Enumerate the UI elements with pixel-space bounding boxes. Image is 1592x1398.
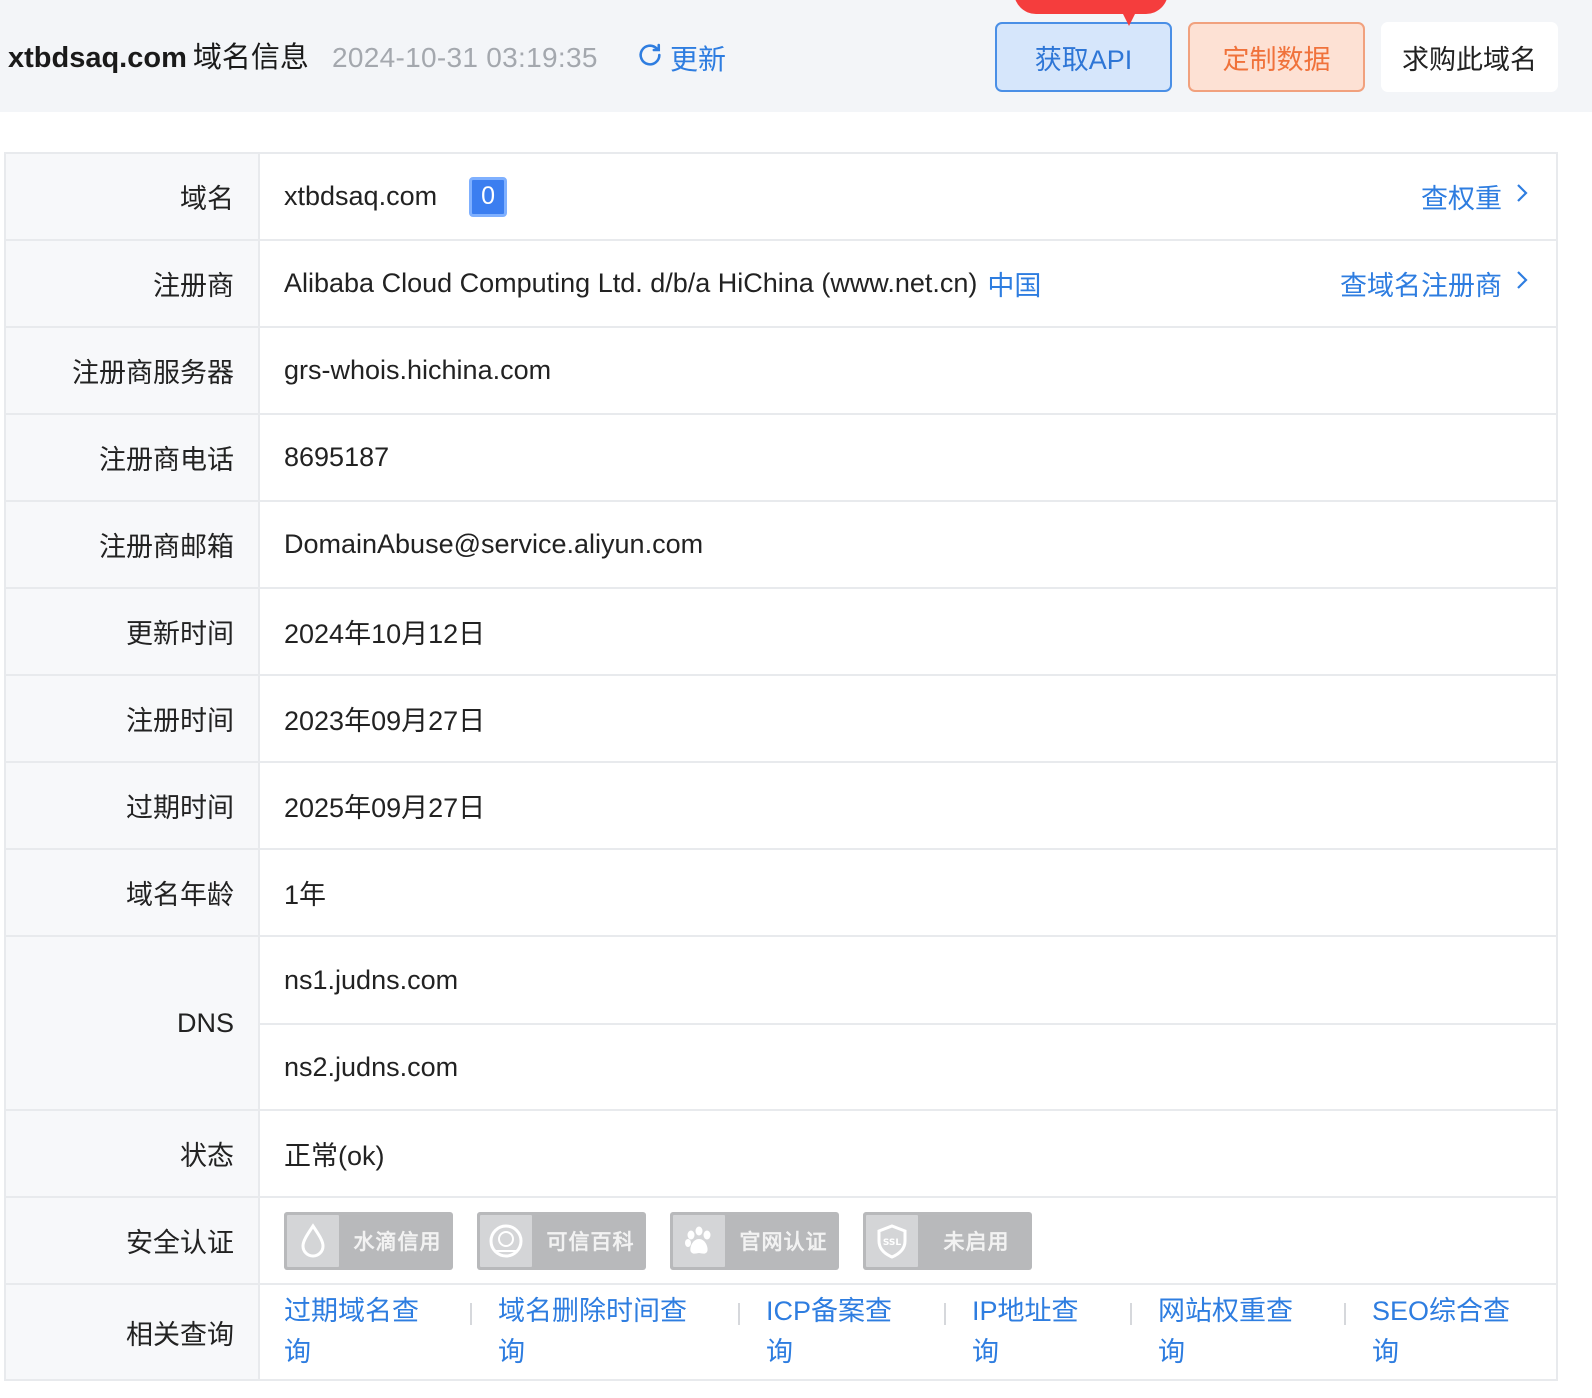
row-label-expires: 过期时间 [4, 761, 260, 850]
badge-ssl-label: 未启用 [943, 1230, 1010, 1254]
badge-trusted-baike[interactable]: 可信百科 [477, 1211, 646, 1270]
hot-badge-tail [1122, 12, 1136, 26]
badge-trusted-baike-label: 可信百科 [546, 1230, 635, 1254]
row-label-registrar: 注册商 [4, 239, 260, 328]
table-row: 注册时间 2023年09月27日 [4, 674, 1558, 763]
table-row: 注册商电话 8695187 [4, 413, 1558, 502]
whois-info-table: 域名 xtbdsaq.com 0 查权重 注册商 Alibaba Cloud C… [4, 152, 1558, 1381]
table-row: 注册商邮箱 DomainAbuse@service.aliyun.com [4, 500, 1558, 589]
table-row: 状态 正常(ok) [4, 1109, 1558, 1198]
table-row: 注册商 Alibaba Cloud Computing Ltd. d/b/a H… [4, 239, 1558, 328]
badge-ssl[interactable]: SSL 未启用 [863, 1211, 1032, 1270]
expires-value: 2025年09月27日 [258, 761, 1558, 850]
table-row: 过期时间 2025年09月27日 [4, 761, 1558, 850]
registrar-country-link[interactable]: 中国 [987, 264, 1041, 303]
row-label-registrar-server: 注册商服务器 [4, 326, 260, 415]
security-badges: 水滴信用 可信百科 官网认证 SSL 未启用 [284, 1211, 1556, 1270]
domain-value: xtbdsaq.com [284, 181, 438, 211]
page-title-suffix: 域名信息 [192, 42, 309, 74]
refresh-label: 更新 [670, 44, 727, 75]
related-expired-domain-link[interactable]: 过期域名查询 [284, 1291, 426, 1373]
registrar-value: Alibaba Cloud Computing Ltd. d/b/a HiChi… [284, 268, 978, 298]
check-weight-label: 查权重 [1421, 184, 1502, 214]
row-label-dns: DNS [4, 935, 260, 1111]
refresh-icon [636, 41, 664, 76]
badge-water-credit[interactable]: 水滴信用 [284, 1211, 453, 1270]
check-registrar-label: 查域名注册商 [1340, 271, 1502, 301]
row-label-domain: 域名 [4, 152, 260, 241]
water-drop-icon [284, 1211, 342, 1270]
status-value: 正常(ok) [258, 1109, 1558, 1198]
page-title: xtbdsaq.com 域名信息 [8, 38, 309, 78]
registrar-email-value: DomainAbuse@service.aliyun.com [258, 500, 1558, 589]
registered-value: 2023年09月27日 [258, 674, 1558, 763]
page-title-domain: xtbdsaq.com [8, 42, 187, 74]
get-api-button[interactable]: 获取API [995, 22, 1172, 92]
chevron-right-icon [1514, 268, 1530, 299]
related-queries: 过期域名查询 域名删除时间查询 ICP备案查询 IP地址查询 网站权重查询 SE… [284, 1285, 1556, 1379]
table-row: 域名 xtbdsaq.com 0 查权重 [4, 152, 1558, 241]
badge-official-site[interactable]: 官网认证 [670, 1211, 839, 1270]
row-label-registrar-phone: 注册商电话 [4, 413, 260, 502]
table-row: 相关查询 过期域名查询 域名删除时间查询 ICP备案查询 IP地址查询 网站权重 [4, 1283, 1558, 1381]
svg-text:SSL: SSL [883, 1238, 902, 1248]
updated-value: 2024年10月12日 [258, 587, 1558, 676]
divider [944, 1303, 946, 1325]
custom-data-button[interactable]: 定制数据 [1188, 22, 1365, 92]
related-delete-time-link[interactable]: 域名删除时间查询 [498, 1291, 694, 1373]
hot-badge [1014, 0, 1168, 14]
divider [738, 1303, 740, 1325]
header-bar: xtbdsaq.com 域名信息 2024-10-31 03:19:35 更新 获… [0, 0, 1592, 112]
divider [1344, 1303, 1346, 1325]
table-row: 域名年龄 1年 [4, 848, 1558, 937]
row-label-age: 域名年龄 [4, 848, 260, 937]
related-icp-link[interactable]: ICP备案查询 [766, 1291, 900, 1373]
row-label-updated: 更新时间 [4, 587, 260, 676]
query-timestamp: 2024-10-31 03:19:35 [332, 42, 598, 73]
paw-icon [670, 1211, 728, 1270]
registrar-server-value: grs-whois.hichina.com [258, 326, 1558, 415]
badge-official-site-label: 官网认证 [739, 1230, 828, 1254]
row-label-security: 安全认证 [4, 1196, 260, 1285]
divider [1130, 1303, 1132, 1325]
dns-server-2: ns2.judns.com [260, 1023, 1556, 1109]
related-site-weight-link[interactable]: 网站权重查询 [1158, 1291, 1300, 1373]
chevron-right-icon [1514, 181, 1530, 212]
table-row: 注册商服务器 grs-whois.hichina.com [4, 326, 1558, 415]
check-weight-link[interactable]: 查权重 [1421, 177, 1530, 216]
baike-seal-icon [477, 1211, 535, 1270]
row-label-status: 状态 [4, 1109, 260, 1198]
ssl-shield-icon: SSL [863, 1211, 921, 1270]
buy-domain-button[interactable]: 求购此域名 [1381, 22, 1558, 92]
table-row: 安全认证 水滴信用 可信百科 官网认证 SSL 未启用 [4, 1196, 1558, 1285]
check-registrar-link[interactable]: 查域名注册商 [1340, 264, 1530, 303]
refresh-button[interactable]: 更新 [636, 38, 726, 78]
table-row: 更新时间 2024年10月12日 [4, 587, 1558, 676]
badge-water-credit-label: 水滴信用 [353, 1230, 442, 1254]
weight-badge: 0 [469, 176, 508, 217]
divider [470, 1303, 472, 1325]
related-ip-link[interactable]: IP地址查询 [972, 1291, 1086, 1373]
row-label-registrar-email: 注册商邮箱 [4, 500, 260, 589]
row-label-related: 相关查询 [4, 1283, 260, 1381]
related-seo-link[interactable]: SEO综合查询 [1372, 1291, 1514, 1373]
age-value: 1年 [258, 848, 1558, 937]
registrar-phone-value: 8695187 [258, 413, 1558, 502]
row-label-registered: 注册时间 [4, 674, 260, 763]
table-row: DNS ns1.judns.com ns2.judns.com [4, 935, 1558, 1111]
dns-server-1: ns1.judns.com [284, 964, 459, 995]
